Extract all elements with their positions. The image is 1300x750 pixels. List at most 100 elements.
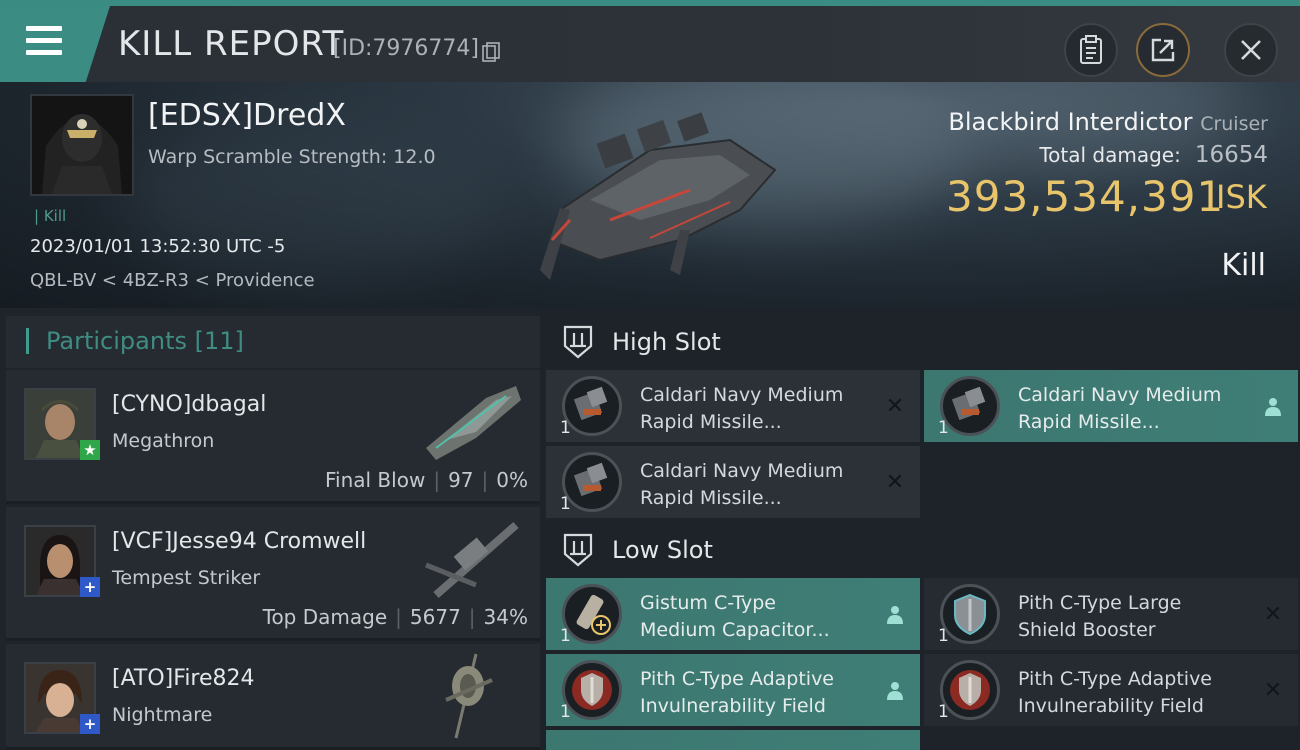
module-name-line2: Rapid Missile... [640,411,782,433]
module-tile[interactable]: 1 Caldari Navy Medium Rapid Missile... ✕ [546,370,920,442]
top-bar: KILL REPORT [ID:7976774] [0,0,1300,82]
module-name-line1: Caldari Navy Medium [1018,384,1222,406]
module-name-line1: Caldari Navy Medium [640,460,844,482]
close-button[interactable] [1224,23,1278,77]
participant-badge-star-icon: ★ [80,440,100,460]
copy-icon[interactable] [482,42,500,62]
destroyed-icon: ✕ [885,393,905,419]
clipboard-button[interactable] [1064,23,1118,77]
participant-percent: 34% [483,605,528,629]
module-name-line2: Invulnerability Field [1018,695,1204,717]
dropped-person-icon [884,678,906,702]
module-tile[interactable]: 1 Pith C-Type Large Shield Booster ✕ [924,578,1298,650]
total-damage: Total damage: 16654 [1039,142,1268,168]
destroyed-icon: ✕ [1263,677,1283,703]
menu-button[interactable] [0,6,110,82]
dropped-person-icon [1262,394,1284,418]
module-quantity: 1 [938,702,949,722]
participant-name: [CYNO]dbagal [112,392,267,417]
module-name: Pith C-Type Large Shield Booster [1018,590,1258,644]
high-slot-icon [563,325,593,359]
total-damage-label: Total damage: [1039,143,1181,167]
participant-ship-image [425,521,519,599]
participant-stats: Final Blow | 97 | 0% [324,468,528,492]
share-button[interactable] [1136,23,1190,77]
participant-tag: Final Blow [324,468,426,492]
participant-row[interactable]: ★ [CYNO]dbagal Megathron Final Blow | 97 | 0… [6,370,540,504]
warp-scramble-strength: Warp Scramble Strength: 12.0 [148,146,436,168]
participants-count: [11] [194,327,244,355]
isk-unit: ISK [1216,178,1267,216]
participant-name: [ATO]Fire824 [112,666,255,691]
menu-icon-bar [26,50,62,55]
capacitor-battery-icon [562,584,622,644]
participant-badge-plus-icon: + [80,714,100,734]
kill-tag-label: Kill [43,207,67,225]
participant-ship: Nightmare [112,704,213,726]
module-name-line2: Invulnerability Field [640,695,826,717]
module-name-line1: Pith C-Type Large [1018,592,1182,614]
invulnerability-field-icon [562,660,622,720]
module-tile[interactable]: 1 Caldari Navy Medium Rapid Missile... [924,370,1298,442]
participant-ship-image [426,386,521,460]
victim-ship-image [540,112,777,280]
module-name-line2: Medium Capacitor... [640,619,830,641]
module-name-line2: Shield Booster [1018,619,1156,641]
victim-portrait [32,96,132,194]
shield-booster-icon [940,584,1000,644]
participant-row[interactable]: + [VCF]Jesse94 Cromwell Tempest Striker … [6,507,540,641]
module-name: Caldari Navy Medium Rapid Missile... [1018,382,1258,436]
participant-percent: 0% [496,468,528,492]
module-name: Pith C-Type Adaptive Invulnerability Fiel… [1018,666,1258,720]
module-quantity: 1 [938,626,949,646]
invulnerability-field-icon [940,660,1000,720]
victim-ship-name: Blackbird Interdictor [948,108,1193,136]
module-name-line2: Rapid Missile... [1018,411,1160,433]
participant-badge-plus-icon: + [80,577,100,597]
destroyed-icon: ✕ [1263,601,1283,627]
kill-datetime: 2023/01/01 13:52:30 UTC -5 [30,236,286,257]
participant-row[interactable]: + [ATO]Fire824 Nightmare [6,644,540,750]
share-icon [1151,38,1175,62]
participant-ship-image [445,653,493,739]
module-tile[interactable]: 1 Pith C-Type Adaptive Invulnerability Fi… [546,654,920,726]
participants-header: Participants [11] [6,316,540,368]
module-quantity: 1 [938,418,949,438]
participant-damage: 97 [448,468,474,492]
kill-tag: | Kill [34,207,67,225]
menu-icon-bar [26,38,62,43]
module-tile[interactable]: 1 Gistum C-Type Medium Capacitor... [546,578,920,650]
module-name-line1: Pith C-Type Adaptive [640,668,834,690]
module-name: Gistum C-Type Medium Capacitor... [640,590,880,644]
module-name-line1: Caldari Navy Medium [640,384,844,406]
module-quantity: 1 [560,626,571,646]
module-tile-partial[interactable] [546,730,920,750]
module-name: Caldari Navy Medium Rapid Missile... [640,382,880,436]
module-name-line1: Gistum C-Type [640,592,776,614]
module-name: Pith C-Type Adaptive Invulnerability Fiel… [640,666,880,720]
high-slot-title: High Slot [612,328,721,356]
result-label: Kill [1221,248,1266,283]
module-name-line1: Pith C-Type Adaptive [1018,668,1212,690]
participants-label: Participants [46,327,187,355]
participant-ship: Megathron [112,430,215,452]
module-quantity: 1 [560,494,571,514]
kill-location[interactable]: QBL-BV < 4BZ-R3 < Providence [30,270,315,291]
participant-damage: 5677 [409,605,461,629]
missile-launcher-icon [562,376,622,436]
module-tile[interactable]: 1 Caldari Navy Medium Rapid Missile... ✕ [546,446,920,518]
participant-ship: Tempest Striker [112,567,261,589]
page-title: KILL REPORT [118,24,345,64]
module-name-line2: Rapid Missile... [640,487,782,509]
victim-avatar[interactable] [30,94,134,196]
destroyed-icon: ✕ [885,469,905,495]
total-damage-value: 16654 [1194,142,1268,168]
dropped-person-icon [884,602,906,626]
module-tile[interactable]: 1 Pith C-Type Adaptive Invulnerability Fi… [924,654,1298,726]
low-slot-header: Low Slot [562,528,713,572]
victim-ship: Blackbird Interdictor Cruiser [948,108,1268,136]
participants-title: Participants [11] [46,327,244,355]
module-name: Caldari Navy Medium Rapid Missile... [640,458,880,512]
close-icon [1241,40,1261,60]
victim-name[interactable]: [EDSX]DredX [148,98,346,133]
